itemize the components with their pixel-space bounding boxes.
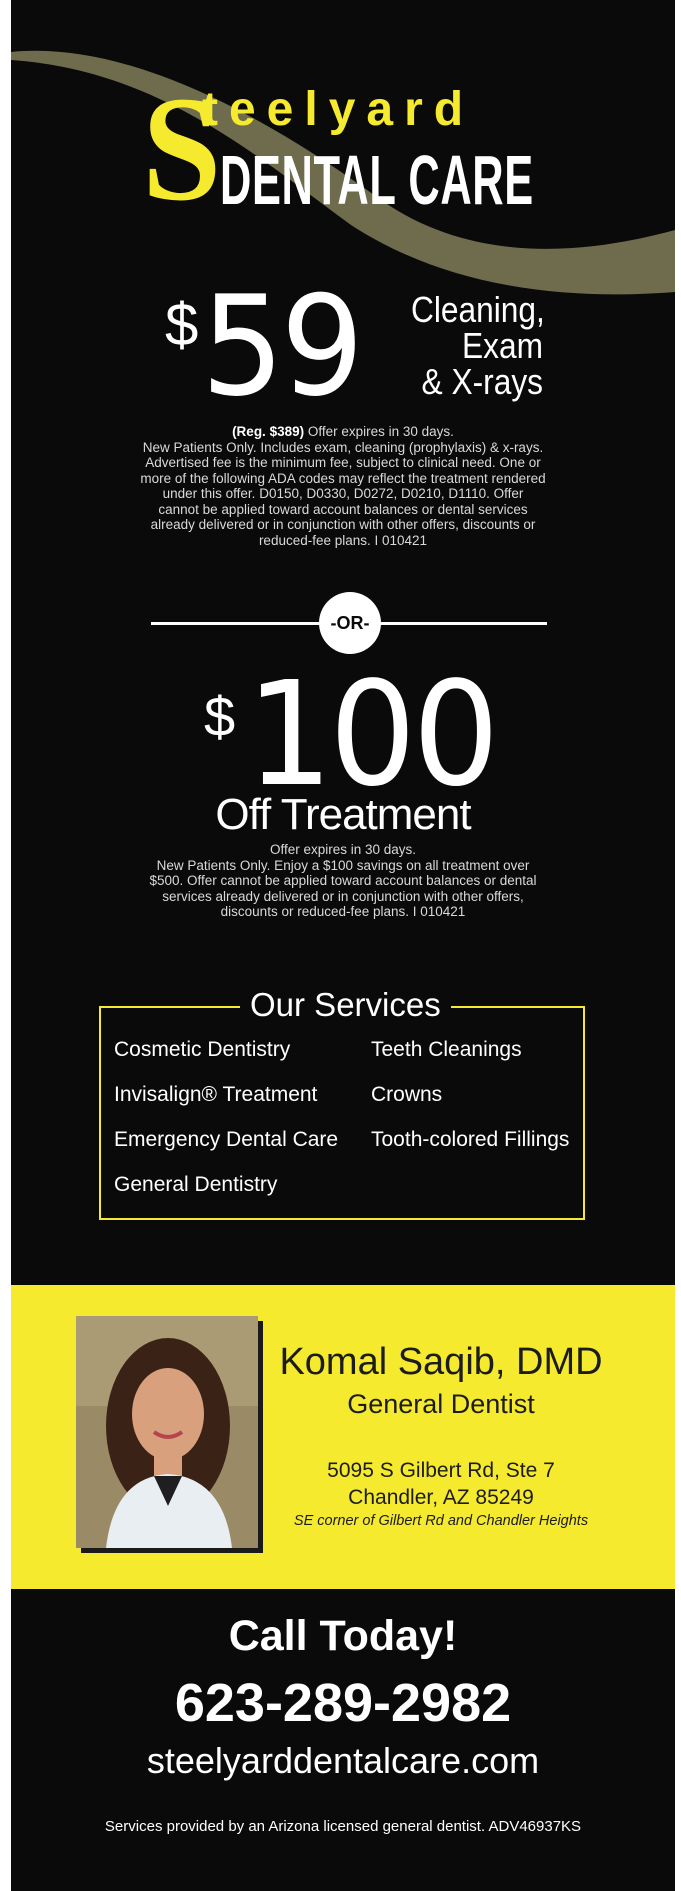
offer1-description: Cleaning, Exam & X-rays bbox=[411, 289, 545, 402]
ad-card: S teelyard DENTAL CARE $ 59 Cleaning, Ex… bbox=[11, 0, 675, 1891]
service-item: Crowns bbox=[371, 1083, 443, 1106]
or-line-right bbox=[377, 622, 547, 625]
offer1-currency: $ bbox=[165, 291, 199, 358]
offer1-fine-line: under this offer. D0150, D0330, D0272, D… bbox=[162, 486, 524, 501]
service-item: General Dentistry bbox=[114, 1173, 278, 1196]
offer2-fine-line: discounts or reduced-fee plans. I 010421 bbox=[220, 904, 466, 919]
services-title: Our Services bbox=[240, 986, 451, 1024]
phone-number[interactable]: 623-289-2982 bbox=[11, 1672, 675, 1734]
offer1-reg-line: (Reg. $389) Offer expires in 30 days. bbox=[121, 424, 565, 440]
offer1-desc-line2: Exam bbox=[462, 325, 543, 366]
services-box: Our Services Cosmetic Dentistry Invisali… bbox=[99, 986, 585, 1220]
address-line1: 5095 S Gilbert Rd, Ste 7 bbox=[327, 1459, 555, 1482]
offer1-fine-line: cannot be applied toward account balance… bbox=[158, 501, 528, 517]
logo-steelyard: teelyard bbox=[202, 83, 475, 136]
doctor-photo bbox=[76, 1316, 258, 1548]
doctor-name: Komal Saqib, DMD bbox=[279, 1341, 603, 1383]
service-item: Invisalign® Treatment bbox=[114, 1083, 318, 1106]
service-item: Cosmetic Dentistry bbox=[114, 1038, 291, 1061]
offer1-fine-line: New Patients Only. Includes exam, cleani… bbox=[142, 439, 544, 455]
offer2-title: Off Treatment bbox=[215, 790, 471, 839]
doctor-portrait-illustration bbox=[76, 1316, 258, 1548]
offer1-fine-print: (Reg. $389) Offer expires in 30 days. Ne… bbox=[121, 424, 565, 548]
offer1-desc-line3: & X-rays bbox=[421, 361, 543, 402]
offer1-desc-line1: Cleaning, bbox=[411, 289, 545, 330]
website-link[interactable]: steelyarddentalcare.com bbox=[11, 1740, 675, 1782]
offer1-fine-line: Advertised fee is the minimum fee, subje… bbox=[145, 455, 541, 470]
address-line2: Chandler, AZ 85249 bbox=[348, 1486, 534, 1509]
brand-logo[interactable]: S teelyard DENTAL CARE bbox=[140, 74, 540, 224]
offer1-fine-line: more of the following ADA codes may refl… bbox=[140, 470, 546, 486]
office-address: 5095 S Gilbert Rd, Ste 7 Chandler, AZ 85… bbox=[241, 1457, 641, 1511]
service-item: Emergency Dental Care bbox=[114, 1128, 339, 1151]
doctor-title: General Dentist bbox=[347, 1389, 535, 1419]
or-line-left bbox=[151, 622, 323, 625]
doctor-panel: Komal Saqib, DMD General Dentist 5095 S … bbox=[11, 1285, 675, 1589]
offer1-amount: 59 bbox=[201, 266, 364, 427]
offer2-currency: $ bbox=[204, 685, 236, 748]
offer1-price: $ 59 Cleaning, Exam & X-rays bbox=[151, 266, 551, 427]
call-today: Call Today! bbox=[228, 1612, 458, 1660]
offer2-expires: Offer expires in 30 days. bbox=[269, 842, 417, 857]
or-badge: -OR- bbox=[319, 592, 381, 654]
or-divider: -OR- bbox=[151, 592, 547, 656]
logo-dental-care: DENTAL CARE bbox=[220, 141, 534, 219]
service-item: Teeth Cleanings bbox=[371, 1038, 522, 1061]
offer2-fine-line: $500. Offer cannot be applied toward acc… bbox=[149, 873, 537, 888]
offer2-fine-line: New Patients Only. Enjoy a $100 savings … bbox=[156, 857, 530, 873]
service-item: Tooth-colored Fillings bbox=[371, 1128, 570, 1151]
cross-streets: SE corner of Gilbert Rd and Chandler Hei… bbox=[293, 1513, 589, 1529]
disclaimer: Services provided by an Arizona licensed… bbox=[104, 1818, 582, 1835]
offer1-reg-price: (Reg. $389) bbox=[232, 424, 305, 439]
offer1-expires: Offer expires in 30 days. bbox=[304, 424, 454, 439]
offer2-fine-print: Offer expires in 30 days. New Patients O… bbox=[121, 842, 565, 920]
offer2-fine-line: services already delivered or in conjunc… bbox=[162, 888, 524, 904]
offer1-fine-line: already delivered or in conjunction with… bbox=[150, 517, 536, 532]
offer1-fine-line: reduced-fee plans. I 010421 bbox=[258, 532, 428, 548]
